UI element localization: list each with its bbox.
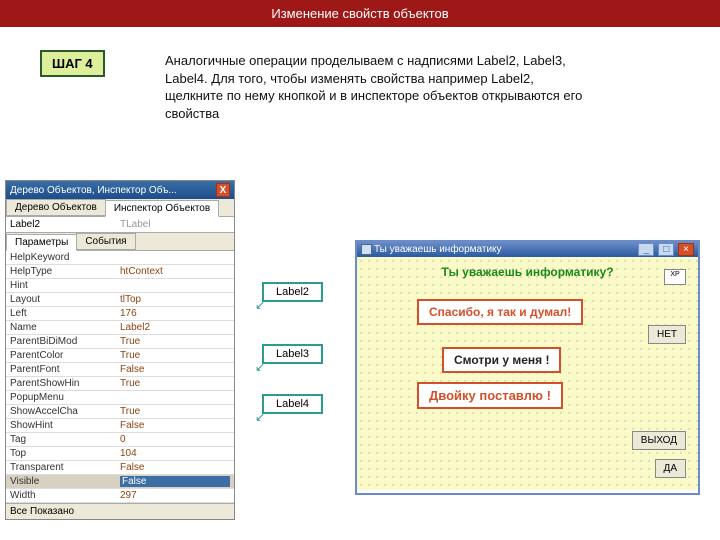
window-buttons: _ □ ×	[637, 243, 694, 256]
property-name: ParentColor	[10, 350, 120, 361]
property-row[interactable]: VisibleFalse	[6, 475, 234, 489]
yes-button[interactable]: ДА	[655, 459, 686, 478]
property-value[interactable]: 297	[120, 490, 230, 501]
xp-manifest-icon[interactable]: XP	[664, 269, 686, 285]
property-row[interactable]: ParentFontFalse	[6, 363, 234, 377]
property-row[interactable]: ParentShowHinTrue	[6, 377, 234, 391]
property-value[interactable]: htContext	[120, 266, 230, 277]
property-row[interactable]: ParentColorTrue	[6, 349, 234, 363]
label2-preview[interactable]: Спасибо, я так и думал!	[417, 299, 583, 325]
maximize-icon[interactable]: □	[658, 243, 674, 256]
property-row[interactable]: TransparentFalse	[6, 461, 234, 475]
inspector-sub-tabs: Параметры События	[6, 233, 234, 251]
property-value[interactable]: False	[120, 420, 230, 431]
minimize-icon[interactable]: _	[638, 243, 654, 256]
exit-button[interactable]: ВЫХОД	[632, 431, 686, 450]
object-inspector-window: Дерево Объектов, Инспектор Объ... X Дере…	[5, 180, 235, 520]
property-name: Width	[10, 490, 120, 501]
object-name: Label2	[10, 219, 120, 230]
property-name: PopupMenu	[10, 392, 120, 403]
property-row[interactable]: HelpKeyword	[6, 251, 234, 265]
intro-text: Аналогичные операции проделываем с надпи…	[165, 52, 585, 122]
property-value[interactable]	[120, 392, 230, 403]
property-value[interactable]	[120, 252, 230, 263]
inspector-object-select[interactable]: Label2 TLabel	[6, 217, 234, 233]
property-row[interactable]: Hint	[6, 279, 234, 293]
property-value[interactable]: False	[120, 462, 230, 473]
property-name: Hint	[10, 280, 120, 291]
property-row[interactable]: Top104	[6, 447, 234, 461]
property-value[interactable]: 0	[120, 434, 230, 445]
property-name: ShowAccelCha	[10, 406, 120, 417]
property-row[interactable]: Left176	[6, 307, 234, 321]
property-value[interactable]: Label2	[120, 322, 230, 333]
inspector-titlebar[interactable]: Дерево Объектов, Инспектор Объ... X	[6, 181, 234, 199]
property-name: Name	[10, 322, 120, 333]
property-value[interactable]: 176	[120, 308, 230, 319]
property-row[interactable]: ShowAccelChaTrue	[6, 405, 234, 419]
label3-preview[interactable]: Смотри у меня !	[442, 347, 561, 373]
form-canvas[interactable]: Ты уважаешь информатику? XP Спасибо, я т…	[357, 257, 698, 490]
no-button[interactable]: НЕТ	[648, 325, 686, 344]
label4-preview[interactable]: Двойку поставлю !	[417, 382, 563, 409]
property-row[interactable]: Width297	[6, 489, 234, 503]
tag-label3: Label3	[262, 344, 323, 364]
property-row[interactable]: HelpTypehtContext	[6, 265, 234, 279]
page-title: Изменение свойств объектов	[0, 0, 720, 27]
tab-inspector[interactable]: Инспектор Объектов	[105, 200, 219, 217]
property-row[interactable]: NameLabel2	[6, 321, 234, 335]
property-row[interactable]: PopupMenu	[6, 391, 234, 405]
inspector-statusbar: Все Показано	[6, 503, 234, 519]
property-name: Top	[10, 448, 120, 459]
property-value[interactable]: True	[120, 378, 230, 389]
property-row[interactable]: LayouttlTop	[6, 293, 234, 307]
property-row[interactable]: Tag0	[6, 433, 234, 447]
property-row[interactable]: ParentBiDiModTrue	[6, 335, 234, 349]
inspector-top-tabs: Дерево Объектов Инспектор Объектов	[6, 199, 234, 217]
property-name: Layout	[10, 294, 120, 305]
property-name: HelpType	[10, 266, 120, 277]
arrow-icon: ↙	[255, 298, 265, 312]
tag-label4: Label4	[262, 394, 323, 414]
property-name: Tag	[10, 434, 120, 445]
step-badge: ШАГ 4	[40, 50, 105, 77]
close-icon[interactable]: ×	[678, 243, 694, 256]
property-name: Visible	[10, 476, 120, 487]
property-row[interactable]: ShowHintFalse	[6, 419, 234, 433]
property-name: ParentBiDiMod	[10, 336, 120, 347]
tag-label2: Label2	[262, 282, 323, 302]
object-class: TLabel	[120, 219, 230, 230]
property-value[interactable]: True	[120, 336, 230, 347]
app-title-text: Ты уважаешь информатику	[374, 244, 502, 255]
arrow-icon: ↙	[255, 360, 265, 374]
app-titlebar[interactable]: Ты уважаешь информатику _ □ ×	[357, 242, 698, 257]
property-name: Transparent	[10, 462, 120, 473]
close-icon[interactable]: X	[216, 183, 230, 197]
property-name: Left	[10, 308, 120, 319]
app-preview-window: Ты уважаешь информатику _ □ × Ты уважаеш…	[355, 240, 700, 495]
property-value[interactable]: tlTop	[120, 294, 230, 305]
arrow-icon: ↙	[255, 410, 265, 424]
app-icon	[361, 244, 372, 255]
inspector-title-text: Дерево Объектов, Инспектор Объ...	[10, 185, 177, 196]
property-name: ShowHint	[10, 420, 120, 431]
property-value[interactable]: 104	[120, 448, 230, 459]
property-name: ParentShowHin	[10, 378, 120, 389]
property-grid: HelpKeyword HelpTypehtContextHint Layouttl…	[6, 251, 234, 503]
property-value[interactable]: False	[120, 364, 230, 375]
tab-params[interactable]: Параметры	[6, 234, 77, 251]
property-value[interactable]: False	[120, 476, 230, 487]
tab-tree[interactable]: Дерево Объектов	[6, 199, 106, 216]
property-name: ParentFont	[10, 364, 120, 375]
property-value[interactable]: True	[120, 406, 230, 417]
question-label[interactable]: Ты уважаешь информатику?	[357, 265, 698, 279]
property-value[interactable]: True	[120, 350, 230, 361]
property-name: HelpKeyword	[10, 252, 120, 263]
tab-events[interactable]: События	[76, 233, 135, 250]
property-value[interactable]	[120, 280, 230, 291]
